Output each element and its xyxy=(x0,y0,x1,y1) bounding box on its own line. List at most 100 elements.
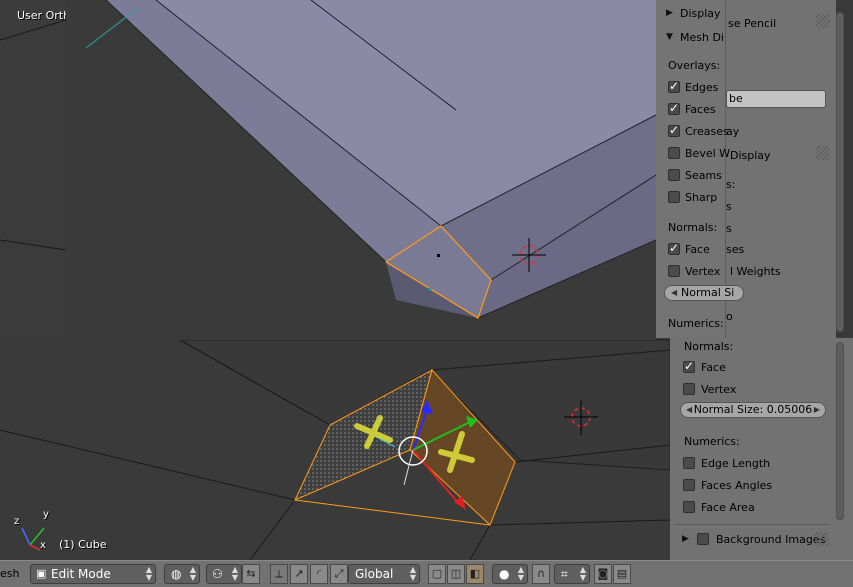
pivot-selector[interactable]: ⚇ ▲ ▼ xyxy=(206,564,242,584)
overlay-seams-label: Seams xyxy=(685,169,722,182)
dropdown-arrows-icon: ▲ ▼ xyxy=(145,565,152,582)
partial-row: l Weights xyxy=(730,265,781,278)
name-field-value: be xyxy=(729,92,743,105)
dropdown-arrows-icon: ▲ ▼ xyxy=(409,565,416,582)
right-panel-scrollbar[interactable] xyxy=(836,342,844,520)
axis-z-label: z xyxy=(14,516,20,527)
background-images-label[interactable]: Background Images xyxy=(716,533,825,546)
render-camera-icon[interactable]: ◙ xyxy=(594,564,612,584)
edge-length-label: Edge Length xyxy=(701,457,771,470)
shading-sphere-icon: ◍ xyxy=(171,567,182,581)
dropdown-arrows-icon: ▲ ▼ xyxy=(579,565,586,582)
viewport-shading-selector[interactable]: ◍ ▲ ▼ xyxy=(164,564,200,584)
object-name-label: (1) Cube xyxy=(59,538,107,551)
properties-panel-right: Normals: Face Vertex ◀ Normal Size: 0.05… xyxy=(670,338,853,560)
increment-arrow-icon[interactable]: ▶ xyxy=(814,403,820,417)
orientation-label: Global xyxy=(355,567,394,581)
normal-vertex-checkbox[interactable] xyxy=(668,265,680,277)
manipulator-icon[interactable]: ⇆ xyxy=(242,564,260,584)
grease-pencil-label: se Pencil xyxy=(728,17,777,30)
view-label: User Orth xyxy=(17,9,71,22)
face-area-label: Face Area xyxy=(701,501,755,514)
right-normal-face-checkbox[interactable] xyxy=(683,359,695,373)
edit-mode-icon: ▣ xyxy=(36,567,47,580)
normal-face-label: Face xyxy=(685,243,710,256)
overlay-faces-checkbox[interactable] xyxy=(668,101,680,115)
viewport-left-strip[interactable]: User Orth xyxy=(0,0,70,340)
panel-grip[interactable] xyxy=(816,14,830,28)
partial-row: ses xyxy=(726,243,745,256)
right-normal-vertex-checkbox[interactable] xyxy=(683,383,695,395)
normal-vertex-label: Vertex xyxy=(685,265,721,278)
scale-icon[interactable]: ⤢ xyxy=(330,564,348,584)
overlay-faces-label: Faces xyxy=(685,103,716,116)
panel-grip[interactable] xyxy=(815,532,829,546)
overlay-sharp-label: Sharp xyxy=(685,191,718,204)
expand-triangle-icon[interactable]: ▶ xyxy=(666,8,673,18)
normal-size-field-label: Normal Si xyxy=(681,286,735,299)
normals-heading: Normals: xyxy=(668,221,718,234)
faces-angles-label: Faces Angles xyxy=(701,479,773,492)
orientation-selector[interactable]: Global ▲ ▼ xyxy=(348,564,420,584)
name-field[interactable]: be xyxy=(726,90,826,108)
mode-selector[interactable]: ▣ Edit Mode ▲ ▼ xyxy=(30,564,156,584)
overlay-seams-checkbox[interactable] xyxy=(668,169,680,181)
numerics-heading: Numerics: xyxy=(668,317,724,330)
rotate-icon[interactable]: ◜ xyxy=(310,564,328,584)
panel-divider xyxy=(674,524,830,525)
dropdown-arrows-icon: ▲ ▼ xyxy=(517,565,524,582)
normal-face-checkbox[interactable] xyxy=(668,241,680,255)
right-normal-vertex-label: Vertex xyxy=(701,383,737,396)
viewport-top[interactable] xyxy=(66,0,656,340)
panel-scrollbar[interactable] xyxy=(836,12,844,332)
overlay-sharp-checkbox[interactable] xyxy=(668,191,680,203)
partial-row: s: xyxy=(726,178,736,191)
dropdown-arrows-icon: ▲ ▼ xyxy=(231,565,238,582)
expand-triangle-icon[interactable]: ▶ xyxy=(682,534,689,544)
edge-length-checkbox[interactable] xyxy=(683,457,695,469)
properties-panel-front: ▶ Display ▼ Mesh Di Overlays: Edges Face… xyxy=(656,0,744,338)
decrement-arrow-icon[interactable]: ◀ xyxy=(686,403,692,417)
partial-row: s xyxy=(726,222,732,235)
background-images-checkbox[interactable] xyxy=(697,533,709,545)
axis-y-label: y xyxy=(43,509,49,520)
mesh-display-label: Display xyxy=(730,149,771,162)
normal-size-field-front[interactable]: ◀ Normal Si xyxy=(664,285,744,301)
proportional-edit-selector[interactable]: ● ▲ ▼ xyxy=(492,564,528,584)
decrement-arrow-icon[interactable]: ◀ xyxy=(671,286,677,300)
overlay-bevel-checkbox[interactable] xyxy=(668,147,680,159)
proportional-edit-icon: ● xyxy=(499,567,510,581)
viewport-top-canvas xyxy=(66,0,656,340)
normal-size-field[interactable]: ◀ Normal Size: 0.05006 ▶ xyxy=(680,402,826,418)
face-area-checkbox[interactable] xyxy=(683,501,695,513)
overlay-creases-label: Creases xyxy=(685,125,729,138)
pivot-icon: ⚇ xyxy=(212,567,223,581)
overlay-edges-checkbox[interactable] xyxy=(668,79,680,93)
partial-row: o xyxy=(726,310,733,323)
transform-manipulator-toggle-icon[interactable]: ⟂ xyxy=(270,564,288,584)
edge-select-icon[interactable]: ◫ xyxy=(447,564,465,584)
partial-row: s xyxy=(726,200,732,213)
display-panel-title[interactable]: Display xyxy=(680,7,721,20)
normal-size-value: Normal Size: 0.05006 xyxy=(693,403,813,416)
overlay-edges-label: Edges xyxy=(685,81,719,94)
faces-angles-checkbox[interactable] xyxy=(683,479,695,491)
face-select-icon[interactable]: ◧ xyxy=(466,564,484,584)
mode-label: Edit Mode xyxy=(51,567,111,581)
axis-x-label: x xyxy=(40,540,46,551)
viewport-left-canvas xyxy=(0,19,67,340)
overlay-creases-checkbox[interactable] xyxy=(668,123,680,137)
collapse-triangle-icon[interactable]: ▼ xyxy=(666,32,673,42)
translate-icon[interactable]: ↗ xyxy=(290,564,308,584)
render-clapper-icon[interactable]: ▤ xyxy=(613,564,631,584)
snap-element-selector[interactable]: ⌗ ▲ ▼ xyxy=(554,564,590,584)
vertex-select-icon[interactable]: ▢ xyxy=(428,564,446,584)
blender-window: y z x (1) Cube User Orth se Pencil be ay… xyxy=(0,0,853,587)
panel-grip[interactable] xyxy=(816,146,830,160)
snap-grid-icon: ⌗ xyxy=(561,567,568,581)
mesh-display-panel-title[interactable]: Mesh Di xyxy=(680,31,724,44)
right-normal-face-label: Face xyxy=(701,361,726,374)
snap-magnet-icon[interactable]: ∩ xyxy=(532,564,550,584)
mesh-menu[interactable]: esh xyxy=(0,567,19,580)
numerics-heading-right: Numerics: xyxy=(684,435,740,448)
